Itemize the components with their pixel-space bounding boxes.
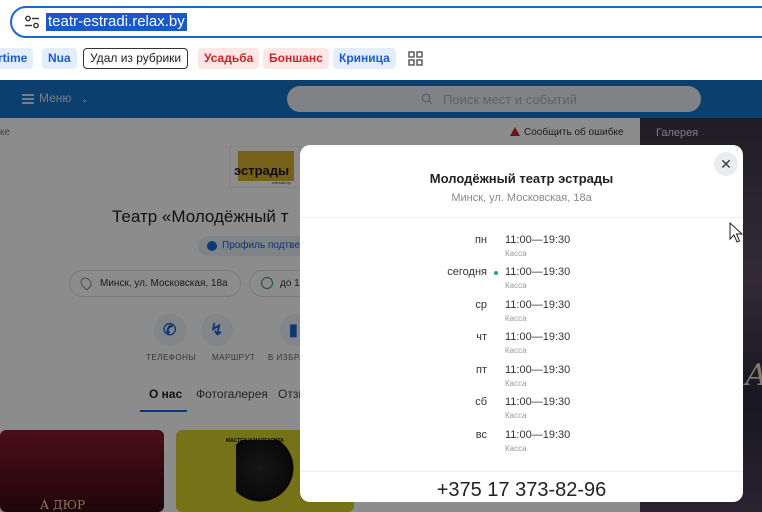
time-note: Касса: [505, 281, 527, 290]
url-text[interactable]: teatr-estradi.relax.by: [46, 13, 187, 31]
time-note: Касса: [505, 249, 527, 258]
bookmark-udal[interactable]: Удал из рубрики: [83, 48, 189, 69]
address-bar-area: teatr-estradi.relax.by: [0, 0, 762, 44]
bookmark-rtime[interactable]: rtime: [0, 48, 34, 69]
day-label: вс: [475, 429, 487, 441]
schedule-row: вс 11:00—19:30 Касса: [300, 429, 743, 461]
divider: [300, 471, 743, 472]
modal-address: Минск, ул. Московская, 18а: [451, 192, 592, 204]
day-label: ср: [475, 299, 487, 311]
time-range: 11:00—19:30: [505, 331, 571, 343]
time-note: Касса: [505, 379, 527, 388]
bookmark-usadba[interactable]: Усадьба: [198, 48, 260, 69]
schedule-row-today: сегодня 11:00—19:30 Касса: [300, 266, 743, 298]
day-label: пт: [476, 364, 487, 376]
time-range: 11:00—19:30: [505, 429, 571, 441]
site-settings-icon[interactable]: [24, 15, 40, 29]
time-range: 11:00—19:30: [505, 396, 571, 408]
schedule-row: ср 11:00—19:30 Касса: [300, 299, 743, 331]
divider: [300, 217, 743, 218]
bookmarks-bar: rtime Nua Удал из рубрики Усадьба Боншан…: [0, 48, 762, 70]
address-bar[interactable]: teatr-estradi.relax.by: [10, 6, 762, 38]
time-note: Касса: [505, 314, 527, 323]
time-range: 11:00—19:30: [505, 299, 571, 311]
time-note: Касса: [505, 411, 527, 420]
time-note: Касса: [505, 346, 527, 355]
schedule-row: пт 11:00—19:30 Касса: [300, 364, 743, 396]
schedule-row: сб 11:00—19:30 Касса: [300, 396, 743, 428]
day-label: пн: [474, 234, 487, 246]
bookmark-nua[interactable]: Nua: [42, 48, 77, 69]
mouse-cursor-icon: [729, 222, 743, 243]
bookmark-bonshans[interactable]: Боншанс: [263, 48, 329, 69]
schedule-modal: ✕ Молодёжный театр эстрады Минск, ул. Мо…: [300, 145, 743, 502]
bookmark-krinitsa[interactable]: Криница: [333, 48, 396, 69]
time-range: 11:00—19:30: [505, 266, 571, 278]
phone-number-link[interactable]: +375 17 373-82-96: [300, 479, 743, 502]
time-note: Касса: [505, 444, 527, 453]
time-range: 11:00—19:30: [505, 234, 571, 246]
modal-title: Молодёжный театр эстрады: [429, 171, 614, 186]
day-label: сб: [475, 396, 487, 408]
day-label: сегодня: [447, 266, 487, 278]
time-range: 11:00—19:30: [505, 364, 571, 376]
today-indicator-icon: [494, 271, 498, 275]
schedule-row: чт 11:00—19:30 Касса: [300, 331, 743, 363]
day-label: чт: [476, 331, 487, 343]
schedule-row: пн 11:00—19:30 Касса: [300, 234, 743, 266]
close-icon: ✕: [720, 156, 732, 172]
apps-grid-icon[interactable]: [408, 51, 423, 66]
